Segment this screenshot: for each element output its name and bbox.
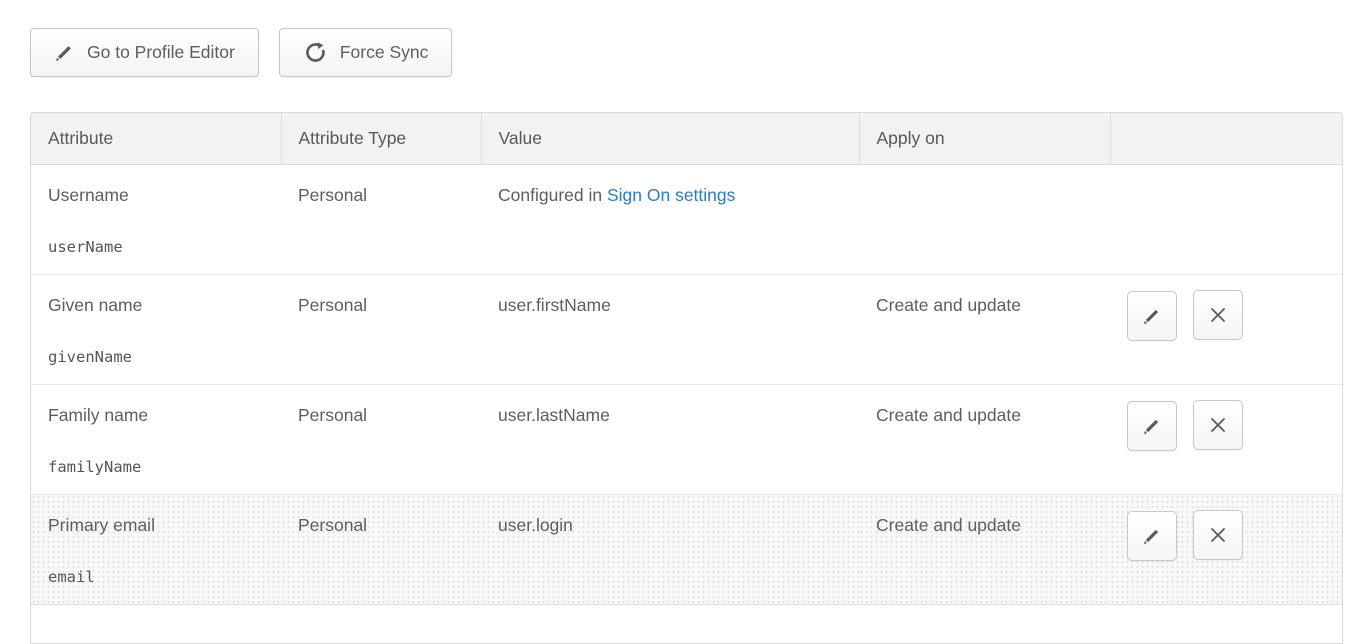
go-to-profile-editor-button[interactable]: Go to Profile Editor — [30, 28, 259, 77]
column-header-apply-on: Apply on — [859, 113, 1110, 164]
apply-on-cell: Create and update — [859, 274, 1110, 384]
column-header-attribute: Attribute — [31, 113, 281, 164]
table-row: Family name familyName Personal user.lastNa… — [31, 384, 1343, 494]
pencil-icon — [54, 42, 75, 63]
value-cell: Configured in Sign On settings — [481, 164, 859, 274]
x-icon — [1207, 524, 1229, 546]
apply-on-value: Create and update — [876, 405, 1021, 425]
apply-on-cell: Create and update — [859, 384, 1110, 494]
column-header-value: Value — [481, 113, 859, 164]
value-cell: user.lastName — [481, 384, 859, 494]
attribute-type-cell: Personal — [281, 274, 481, 384]
attribute-type: Personal — [298, 405, 367, 425]
attribute-mapping-table: AttributeAttribute TypeValueApply on Use… — [30, 112, 1343, 644]
actions-cell — [1110, 164, 1343, 274]
column-header-attribute-type: Attribute Type — [281, 113, 481, 164]
mapping-value-prefix: Configured in — [498, 185, 607, 205]
edit-mapping-button[interactable] — [1127, 511, 1177, 561]
actions-cell — [1110, 384, 1343, 494]
table-row-partial — [31, 604, 1343, 644]
edit-mapping-button[interactable] — [1127, 401, 1177, 451]
force-sync-button[interactable]: Force Sync — [279, 28, 453, 77]
attribute-variable-name: email — [48, 566, 271, 589]
attribute-label: Family name — [48, 404, 271, 427]
mapping-value: user.lastName — [498, 405, 610, 425]
table-row: Username userName Personal Configured in Si… — [31, 164, 1343, 274]
actions-cell — [1110, 274, 1343, 384]
toolbar: Go to Profile Editor Force Sync — [30, 28, 1370, 77]
attribute-cell: Given name givenName — [31, 274, 281, 384]
attribute-cell: Username userName — [31, 164, 281, 274]
edit-mapping-button[interactable] — [1127, 291, 1177, 341]
attribute-label: Primary email — [48, 514, 271, 537]
attribute-variable-name: givenName — [48, 346, 271, 369]
delete-mapping-button[interactable] — [1193, 290, 1243, 340]
attribute-type-cell: Personal — [281, 384, 481, 494]
attribute-variable-name: userName — [48, 236, 271, 259]
apply-on-value: Create and update — [876, 295, 1021, 315]
apply-on-cell — [859, 164, 1110, 274]
column-header-actions — [1110, 113, 1343, 164]
table-row: Given name givenName Personal user.firstNam… — [31, 274, 1343, 384]
refresh-icon — [303, 40, 328, 65]
delete-mapping-button[interactable] — [1193, 510, 1243, 560]
table-header-row: AttributeAttribute TypeValueApply on — [31, 113, 1343, 164]
x-icon — [1207, 414, 1229, 436]
attribute-type-cell: Personal — [281, 494, 481, 604]
attribute-mappings-page: Go to Profile Editor Force Sync Attribut… — [0, 0, 1370, 644]
force-sync-label: Force Sync — [340, 42, 429, 63]
apply-on-value: Create and update — [876, 515, 1021, 535]
attribute-label: Username — [48, 184, 271, 207]
pencil-icon — [1142, 416, 1162, 436]
pencil-icon — [1142, 306, 1162, 326]
attribute-type: Personal — [298, 185, 367, 205]
attribute-label: Given name — [48, 294, 271, 317]
attribute-type-cell: Personal — [281, 164, 481, 274]
attribute-cell: Primary email email — [31, 494, 281, 604]
sign-on-settings-link[interactable]: Sign On settings — [607, 185, 735, 205]
partial-row-cell — [31, 604, 1343, 644]
apply-on-cell: Create and update — [859, 494, 1110, 604]
table-row: Primary email email Personal user.login Crea… — [31, 494, 1343, 604]
value-cell: user.firstName — [481, 274, 859, 384]
actions-cell — [1110, 494, 1343, 604]
pencil-icon — [1142, 526, 1162, 546]
mapping-value: Configured in Sign On settings — [498, 185, 735, 205]
mapping-value: user.firstName — [498, 295, 611, 315]
attribute-type: Personal — [298, 515, 367, 535]
attribute-cell: Family name familyName — [31, 384, 281, 494]
delete-mapping-button[interactable] — [1193, 400, 1243, 450]
mapping-value: user.login — [498, 515, 573, 535]
go-to-profile-editor-label: Go to Profile Editor — [87, 42, 235, 63]
value-cell: user.login — [481, 494, 859, 604]
x-icon — [1207, 304, 1229, 326]
attribute-type: Personal — [298, 295, 367, 315]
attribute-variable-name: familyName — [48, 456, 271, 479]
